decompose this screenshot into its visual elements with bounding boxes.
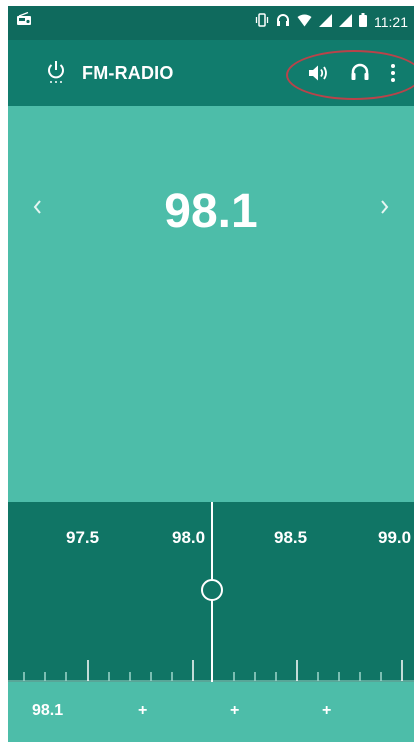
tuning-knob[interactable] xyxy=(201,579,223,601)
status-icons: 11:21 xyxy=(255,13,408,30)
power-icon[interactable] xyxy=(46,60,66,89)
scale-label-99-0: 99.0 xyxy=(378,528,412,547)
fm-radio-screen: 11:21 FM-RADIO 98.1 97.5 98.0 98.5 99.0 … xyxy=(8,6,414,742)
headphones-icon[interactable] xyxy=(350,62,370,87)
tuning-dial[interactable]: 97.5 98.0 98.5 99.0 xyxy=(8,502,414,682)
wifi-icon xyxy=(297,14,312,30)
scale-label-98-0: 98.0 xyxy=(172,528,206,547)
preset-add-button[interactable]: + xyxy=(138,702,147,720)
presets-bar: 98.1 + + + xyxy=(8,682,414,742)
preset-add-button[interactable]: + xyxy=(322,702,331,720)
current-frequency: 98.1 xyxy=(164,185,258,238)
frequency-panel: 98.1 xyxy=(8,106,414,502)
status-bar: 11:21 xyxy=(8,6,414,40)
chevron-right-icon[interactable] xyxy=(380,198,390,221)
radio-icon xyxy=(16,11,32,31)
battery-icon xyxy=(359,13,367,30)
more-vert-icon[interactable] xyxy=(390,63,396,88)
scale-label-97-5: 97.5 xyxy=(66,528,100,547)
preset-add-button[interactable]: + xyxy=(230,702,239,720)
headset-icon xyxy=(276,13,290,30)
scale-label-98-5: 98.5 xyxy=(274,528,308,547)
signal-icon xyxy=(319,13,332,30)
app-bar: FM-RADIO xyxy=(8,40,414,106)
vibrate-icon xyxy=(255,13,269,30)
app-title: FM-RADIO xyxy=(82,63,174,83)
preset-1[interactable]: 98.1 xyxy=(32,702,63,720)
speaker-icon[interactable] xyxy=(308,64,330,87)
status-time: 11:21 xyxy=(374,13,408,30)
signal-icon xyxy=(339,13,352,30)
